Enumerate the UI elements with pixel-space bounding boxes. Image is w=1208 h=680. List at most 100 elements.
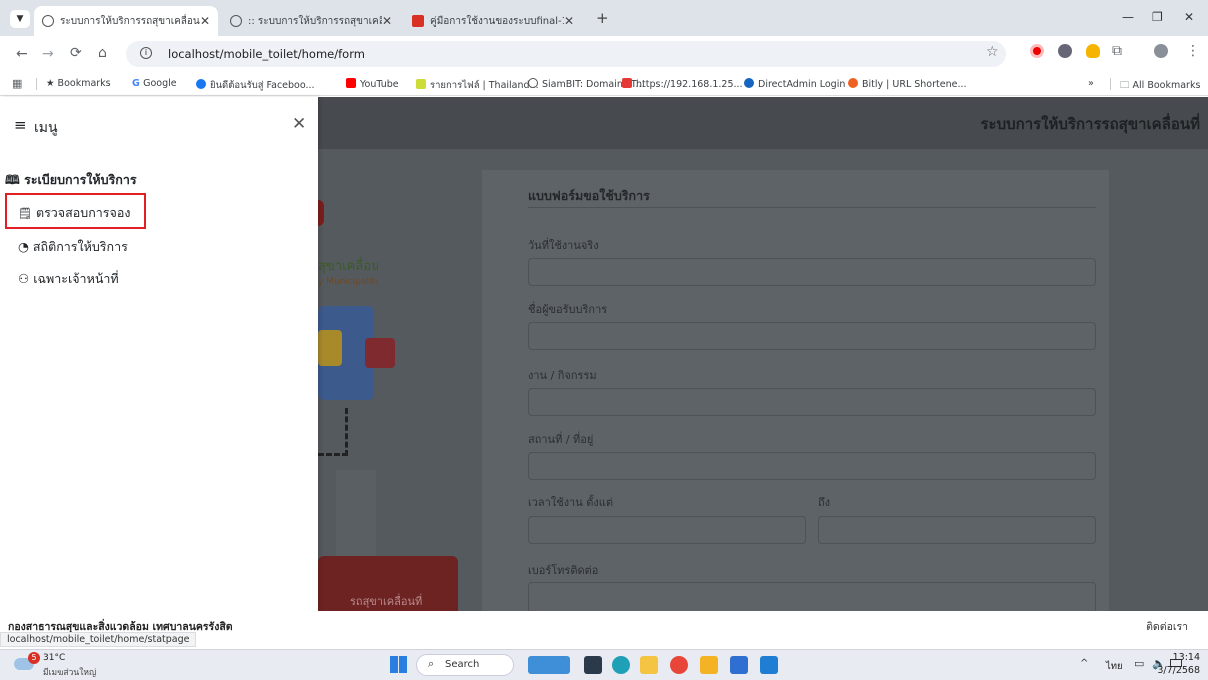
clock-time[interactable]: 13:14: [1173, 652, 1200, 663]
windows-start-icon[interactable]: [390, 656, 407, 673]
bookmark-item[interactable]: Bitly | URL Shortene...: [848, 78, 967, 90]
bookmark-label: DirectAdmin Login: [758, 79, 846, 90]
back-icon[interactable]: ←: [16, 46, 28, 62]
server-icon: [622, 78, 632, 88]
field-label: ชื่อผู้ขอรับบริการ: [528, 303, 608, 316]
truck-label: รถสุขาเคลื่อนที่: [350, 595, 423, 608]
close-icon[interactable]: ✕: [382, 14, 392, 28]
sticky-notes-icon[interactable]: [700, 656, 718, 674]
tab-0-title: ระบบการให้บริการรถสุขาเคลื่อนที่ กอ: [60, 15, 200, 27]
extensions-puzzle-icon[interactable]: ⧉: [1112, 43, 1122, 59]
task-view-icon[interactable]: [584, 656, 602, 674]
reload-icon[interactable]: ⟳: [70, 45, 82, 61]
pdf-icon: [412, 15, 424, 27]
bookmark-label: Bookmarks: [57, 78, 111, 89]
menu-item-label: เฉพาะเจ้าหน้าที่: [33, 271, 119, 286]
menu-item-rules[interactable]: 🕮 ระเบียบการให้บริการ: [5, 170, 137, 192]
kebab-menu-icon[interactable]: ⋮: [1186, 43, 1200, 59]
forward-icon[interactable]: →: [42, 46, 54, 62]
tab-2[interactable]: คู่มือการใช้งานของระบบfinal-1.pdf ✕: [404, 6, 582, 36]
menu-item-staff-only[interactable]: ⚇ เฉพาะเจ้าหน้าที่: [18, 269, 119, 289]
chat-bubble-red: [365, 338, 395, 368]
logo-red-shape: [318, 200, 324, 226]
bookmark-item[interactable]: ยินดีต้อนรับสู่ Faceboo...: [196, 78, 315, 93]
requester-name-input[interactable]: [528, 322, 1096, 350]
close-icon[interactable]: ✕: [564, 14, 574, 28]
bookmark-label: https://192.168.1.25...: [636, 79, 743, 90]
bookmark-item[interactable]: G Google: [132, 78, 177, 89]
vscode-icon[interactable]: [760, 656, 778, 674]
bookmark-star-icon[interactable]: ☆: [986, 44, 999, 60]
form-title: แบบฟอร์มขอใช้บริการ: [528, 188, 650, 203]
weather-badge: 5: [28, 652, 40, 664]
time-from-input[interactable]: [528, 516, 806, 544]
file-explorer-icon[interactable]: [640, 656, 658, 674]
menu-item-label: ระเบียบการให้บริการ: [24, 172, 137, 187]
chrome-icon[interactable]: [670, 656, 688, 674]
tab-2-title: คู่มือการใช้งานของระบบfinal-1.pdf: [430, 15, 564, 27]
store-icon[interactable]: [730, 656, 748, 674]
url-text[interactable]: localhost/mobile_toilet/home/form: [168, 47, 365, 61]
dashed-frame: [318, 408, 348, 456]
taskbar-search-placeholder: Search: [445, 659, 480, 670]
field-label: ถึง: [818, 496, 831, 509]
minimize-icon[interactable]: —: [1122, 10, 1134, 24]
phone-input[interactable]: [528, 582, 1096, 611]
tab-search-button[interactable]: ▼: [10, 10, 30, 28]
search-icon: ⌕: [428, 657, 435, 670]
youtube-icon: [346, 78, 356, 88]
clock-date[interactable]: 3/7/2568: [1157, 665, 1200, 676]
date-input[interactable]: [528, 258, 1096, 286]
field-label: เบอร์โทรติดต่อ: [528, 564, 599, 577]
globe-icon: [528, 78, 538, 88]
restore-icon[interactable]: ❐: [1152, 10, 1163, 24]
menu-item-statistics[interactable]: ◔ สถิติการให้บริการ: [18, 237, 128, 257]
folder-icon: 🗀: [1120, 80, 1133, 91]
all-bookmarks-label: All Bookmarks: [1132, 80, 1201, 91]
bookmark-label: Google: [143, 78, 177, 89]
time-to-input[interactable]: [818, 516, 1096, 544]
profile-avatar[interactable]: [1154, 44, 1168, 58]
people-icon: ⚇: [18, 271, 30, 286]
bulb-extension-icon[interactable]: [1086, 44, 1100, 58]
field-label: งาน / กิจกรรม: [528, 369, 597, 382]
tab-0[interactable]: ระบบการให้บริการรถสุขาเคลื่อนที่ กอ ✕: [34, 6, 218, 36]
book-icon: 🕮: [5, 172, 20, 187]
network-icon[interactable]: ▭: [1134, 657, 1144, 670]
bookmark-item[interactable]: รายการไฟล์ | Thailand...: [416, 78, 539, 93]
hamburger-icon: ≡: [14, 116, 27, 134]
bookmark-item[interactable]: YouTube: [346, 78, 399, 90]
extension-gear-icon[interactable]: [1058, 44, 1072, 58]
activity-input[interactable]: [528, 388, 1096, 416]
menu-item-label: ตรวจสอบการจอง: [35, 205, 131, 220]
contact-link[interactable]: ติดต่อเรา: [1146, 618, 1188, 635]
bookmark-label: รายการไฟล์ | Thailand...: [430, 80, 539, 91]
edge-icon[interactable]: [612, 656, 630, 674]
apps-grid-icon[interactable]: ▦: [12, 77, 22, 90]
facebook-icon: [196, 79, 206, 89]
all-bookmarks-button[interactable]: 🗀 All Bookmarks: [1120, 78, 1200, 94]
window-close-icon[interactable]: ✕: [1184, 10, 1194, 24]
more-bookmarks-button[interactable]: »: [1088, 78, 1094, 89]
widgets-app-icon[interactable]: [528, 656, 570, 674]
input-language[interactable]: ไทย: [1106, 659, 1123, 674]
bookmark-item[interactable]: DirectAdmin Login: [744, 78, 845, 90]
menu-item-label: สถิติการให้บริการ: [32, 239, 128, 254]
divider: [1110, 78, 1111, 90]
logo-text: สุขาเคลื่อนที่: [318, 259, 378, 274]
bookmark-item[interactable]: ★ Bookmarks: [46, 78, 111, 89]
field-label: เวลาใช้งาน ตั้งแต่: [528, 496, 614, 509]
tab-1[interactable]: :: ระบบการให้บริการรถสุขาเคลื่อนที่ :: ✕: [222, 6, 400, 36]
weather-desc: มีเมฆส่วนใหญ่: [43, 668, 97, 678]
location-input[interactable]: [528, 452, 1096, 480]
site-info-icon[interactable]: i: [140, 47, 152, 59]
tray-chevron-icon[interactable]: ^: [1080, 658, 1088, 669]
new-tab-button[interactable]: +: [596, 9, 609, 27]
close-icon[interactable]: ✕: [200, 14, 210, 28]
file-list-icon: [416, 79, 426, 89]
bookmark-item[interactable]: https://192.168.1.25...: [622, 78, 743, 90]
calendar-check-icon: 🗒: [18, 207, 32, 220]
close-icon[interactable]: ✕: [292, 114, 306, 134]
home-icon[interactable]: ⌂: [98, 45, 107, 61]
record-extension-icon[interactable]: [1030, 44, 1044, 58]
